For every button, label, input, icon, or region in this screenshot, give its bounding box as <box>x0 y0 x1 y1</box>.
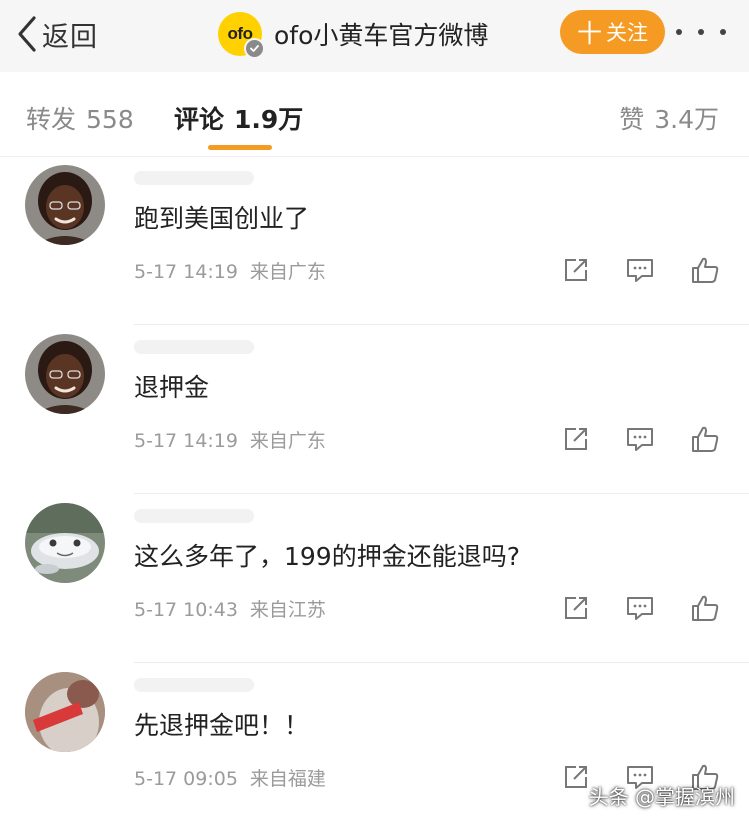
account-header[interactable]: ofo ofo小黄车官方微博 <box>218 12 489 59</box>
page-title: ofo小黄车官方微博 <box>274 21 489 50</box>
comment-meta: 5-17 09:05 来自福建 <box>134 764 326 791</box>
woman-glasses-avatar[interactable] <box>25 334 105 414</box>
ofo-logo[interactable]: ofo <box>218 12 265 59</box>
comment-text: 这么多年了，199的押金还能退吗? <box>134 542 520 571</box>
plush-toy-avatar[interactable] <box>25 503 105 583</box>
watermark-text: 头条 @掌握滨州 <box>588 785 735 809</box>
tab-count: 558 <box>86 105 134 134</box>
active-tab-indicator <box>208 145 272 150</box>
thumbs-up-icon[interactable] <box>688 253 722 287</box>
tab-label: 赞 <box>619 105 645 134</box>
top-nav-bar: 返回 ofo ofo小黄车官方微博 十 关注 <box>0 0 749 72</box>
comment-text: 退押金 <box>134 373 210 402</box>
comment-location: 来自江苏 <box>249 599 326 621</box>
comment-time: 5-17 10:43 <box>134 599 238 621</box>
comment-icon[interactable] <box>623 253 657 287</box>
chevron-left-icon <box>16 15 38 53</box>
follow-button[interactable]: 十 关注 <box>560 10 665 54</box>
tab-count: 3.4万 <box>654 105 719 134</box>
comment-meta: 5-17 10:43 来自江苏 <box>134 595 326 622</box>
comment-time: 5-17 09:05 <box>134 768 238 790</box>
username-blurred[interactable] <box>134 340 254 354</box>
back-label: 返回 <box>42 21 98 53</box>
more-dots-icon[interactable] <box>676 22 726 42</box>
divider <box>134 493 749 494</box>
username-blurred[interactable] <box>134 171 254 185</box>
comment-item: 这么多年了，199的押金还能退吗? 5-17 10:43 来自江苏 <box>0 495 749 663</box>
comment-icon[interactable] <box>623 422 657 456</box>
comment-location: 来自福建 <box>249 768 326 790</box>
share-icon[interactable] <box>559 253 593 287</box>
comment-time: 5-17 14:19 <box>134 261 238 283</box>
person-banner-avatar[interactable] <box>25 672 105 752</box>
dot <box>720 29 726 35</box>
comment-text: 先退押金吧！！ <box>134 711 310 740</box>
comment-meta: 5-17 14:19 来自广东 <box>134 426 326 453</box>
woman-glasses-avatar[interactable] <box>25 165 105 245</box>
thumbs-up-icon[interactable] <box>688 591 722 625</box>
tab-likes[interactable]: 赞 3.4万 <box>619 100 719 136</box>
share-icon[interactable] <box>559 591 593 625</box>
comment-location: 来自广东 <box>249 261 326 283</box>
comment-text: 跑到美国创业了 <box>134 204 310 233</box>
comment-icon[interactable] <box>623 591 657 625</box>
username-blurred[interactable] <box>134 509 254 523</box>
verified-badge-icon <box>244 38 265 59</box>
divider <box>134 662 749 663</box>
comment-item: 跑到美国创业了 5-17 14:19 来自广东 <box>0 157 749 325</box>
comment-time: 5-17 14:19 <box>134 430 238 452</box>
dot <box>676 29 682 35</box>
share-icon[interactable] <box>559 422 593 456</box>
tab-comments[interactable]: 评论 1.9万 <box>174 100 303 136</box>
dot <box>698 29 704 35</box>
plus-icon: 十 <box>576 19 602 48</box>
username-blurred[interactable] <box>134 678 254 692</box>
comment-item: 退押金 5-17 14:19 来自广东 <box>0 326 749 494</box>
tab-reposts[interactable]: 转发 558 <box>26 100 134 136</box>
divider <box>134 324 749 325</box>
comment-location: 来自广东 <box>249 430 326 452</box>
back-button[interactable]: 返回 <box>16 12 98 56</box>
tab-label: 评论 <box>174 105 225 134</box>
comment-meta: 5-17 14:19 来自广东 <box>134 257 326 284</box>
tab-label: 转发 <box>26 105 77 134</box>
tab-count: 1.9万 <box>234 105 304 134</box>
tab-bar: 转发 558 评论 1.9万 赞 3.4万 <box>0 72 749 157</box>
follow-label: 关注 <box>606 21 648 45</box>
thumbs-up-icon[interactable] <box>688 422 722 456</box>
